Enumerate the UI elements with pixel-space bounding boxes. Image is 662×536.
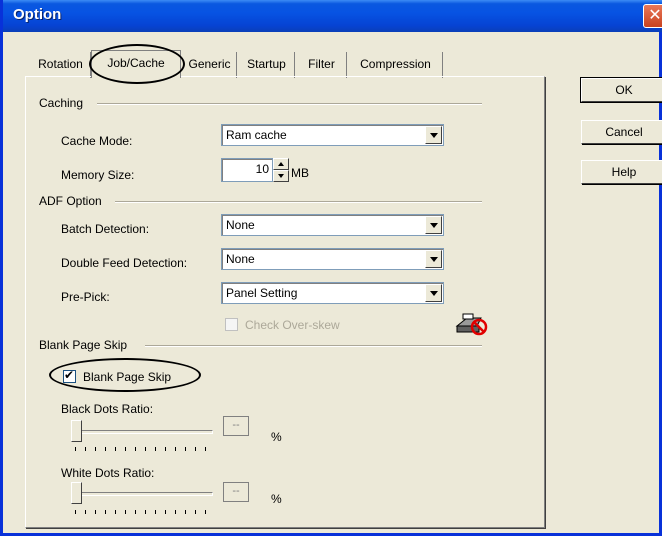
memory-size-value: 10 xyxy=(255,162,269,176)
caching-group-label: Caching xyxy=(39,96,84,110)
cancel-button[interactable]: Cancel xyxy=(581,120,662,144)
tab-compression-label: Compression xyxy=(360,57,431,71)
tab-rotation[interactable]: Rotation xyxy=(31,52,91,78)
chevron-down-icon[interactable] xyxy=(425,250,442,268)
tab-compression[interactable]: Compression xyxy=(349,52,443,78)
black-dots-ratio-unit: % xyxy=(271,430,282,444)
memory-size-unit: MB xyxy=(291,166,309,180)
black-dots-slider-thumb[interactable] xyxy=(71,420,82,442)
chevron-down-icon[interactable] xyxy=(425,284,442,302)
pre-pick-select[interactable]: Panel Setting xyxy=(221,282,444,304)
adf-group-divider xyxy=(115,201,482,203)
scanner-no-icon xyxy=(455,313,488,336)
batch-detection-select[interactable]: None xyxy=(221,214,444,236)
tab-filter[interactable]: Filter xyxy=(297,52,347,78)
memory-size-input[interactable]: 10 xyxy=(221,158,273,182)
black-dots-slider-ticks xyxy=(75,447,209,451)
cache-mode-select[interactable]: Ram cache xyxy=(221,124,444,146)
double-feed-value: None xyxy=(226,252,255,266)
tab-startup[interactable]: Startup xyxy=(239,52,295,78)
option-dialog: Option ✕ Rotation Job/Cache Generic Star… xyxy=(0,0,662,536)
window-title: Option xyxy=(13,6,62,23)
memory-size-label: Memory Size: xyxy=(61,168,135,182)
cache-mode-label: Cache Mode: xyxy=(61,134,133,148)
batch-detection-value: None xyxy=(226,218,255,232)
double-feed-select[interactable]: None xyxy=(221,248,444,270)
black-dots-ratio-value: -- xyxy=(223,416,249,436)
white-dots-slider-thumb[interactable] xyxy=(71,482,82,504)
ok-button[interactable]: OK xyxy=(580,77,662,103)
help-button[interactable]: Help xyxy=(581,160,662,184)
tab-rotation-label: Rotation xyxy=(38,57,83,71)
chevron-down-icon[interactable] xyxy=(425,216,442,234)
batch-detection-label: Batch Detection: xyxy=(61,222,150,236)
ok-button-label: OK xyxy=(615,83,633,97)
cancel-button-label: Cancel xyxy=(605,125,643,139)
white-dots-slider-track[interactable] xyxy=(71,492,213,496)
caching-group-divider xyxy=(97,103,482,105)
title-bar[interactable]: Option xyxy=(3,0,662,32)
spin-down-button[interactable] xyxy=(273,170,289,182)
blank-page-skip-group-label: Blank Page Skip xyxy=(39,338,128,352)
white-dots-slider-ticks xyxy=(75,510,209,514)
tab-job-cache-label: Job/Cache xyxy=(107,56,165,70)
cache-mode-value: Ram cache xyxy=(226,128,287,142)
tab-job-cache[interactable]: Job/Cache xyxy=(91,50,181,78)
close-icon: ✕ xyxy=(648,7,662,24)
check-overskew-checkbox[interactable] xyxy=(225,318,238,331)
chevron-down-icon[interactable] xyxy=(425,126,442,144)
black-dots-slider-track[interactable] xyxy=(71,430,213,434)
check-overskew-label: Check Over-skew xyxy=(245,318,340,332)
blank-page-skip-checkbox[interactable] xyxy=(63,368,76,383)
adf-group-label: ADF Option xyxy=(39,194,102,208)
pre-pick-label: Pre-Pick: xyxy=(61,290,110,304)
white-dots-ratio-label: White Dots Ratio: xyxy=(61,466,155,480)
spin-up-button[interactable] xyxy=(273,158,289,170)
help-button-label: Help xyxy=(611,165,637,179)
tab-startup-label: Startup xyxy=(247,57,286,71)
tab-generic[interactable]: Generic xyxy=(183,52,237,78)
tab-filter-label: Filter xyxy=(308,57,335,71)
black-dots-ratio-label: Black Dots Ratio: xyxy=(61,402,154,416)
white-dots-ratio-unit: % xyxy=(271,492,282,506)
double-feed-label: Double Feed Detection: xyxy=(61,256,188,270)
tab-generic-label: Generic xyxy=(188,57,231,71)
white-dots-ratio-value: -- xyxy=(223,482,249,502)
close-button[interactable]: ✕ xyxy=(643,4,662,28)
blank-page-skip-group-divider xyxy=(145,345,482,347)
pre-pick-value: Panel Setting xyxy=(226,286,298,300)
blank-page-skip-checkbox-label: Blank Page Skip xyxy=(83,370,172,384)
